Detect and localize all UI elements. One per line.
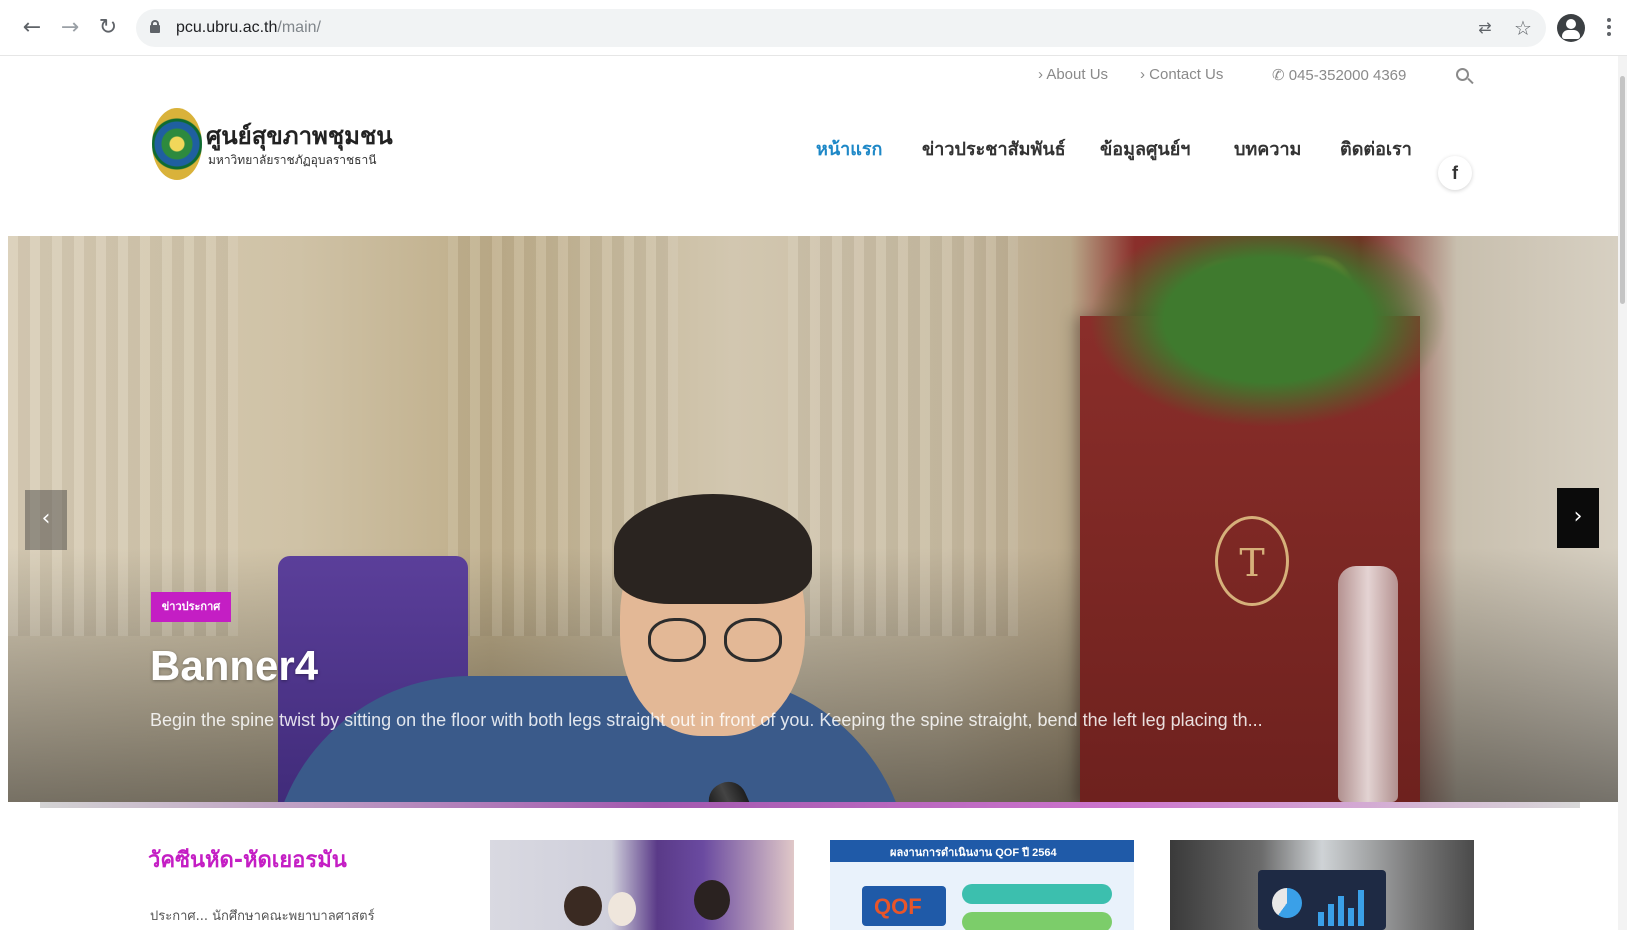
speaker-hair bbox=[614, 494, 812, 604]
news-thumbnail-2[interactable]: ผลงานการดำเนินงาน QOF ปี 2564 QOF bbox=[830, 840, 1134, 930]
address-bar[interactable]: pcu.ubru.ac.th/main/ bbox=[136, 9, 1546, 47]
hero-description: Begin the spine twist by sitting on the … bbox=[150, 710, 1263, 730]
nav-item-contact[interactable]: ติดต่อเรา bbox=[1340, 134, 1412, 163]
facebook-icon[interactable]: f bbox=[1438, 156, 1472, 190]
forward-arrow-icon[interactable]: → bbox=[56, 14, 84, 42]
podium-emblem: T bbox=[1215, 516, 1289, 606]
hero-slider: T ข่าวประกาศ Banner4 Begin the spine twi… bbox=[8, 236, 1618, 802]
news-thumbnail-3[interactable] bbox=[1170, 840, 1474, 930]
curtain-decoration bbox=[8, 236, 238, 636]
flowers-decoration bbox=[1058, 236, 1478, 446]
page-scrollbar[interactable] bbox=[1618, 56, 1627, 930]
site-logo[interactable] bbox=[152, 108, 202, 180]
hero-bottom-accent bbox=[40, 802, 1580, 808]
back-arrow-icon[interactable]: ← bbox=[18, 14, 46, 42]
browser-toolbar: ← → ↻ pcu.ubru.ac.th/main/ ⇄ ☆ bbox=[0, 0, 1627, 56]
slider-prev-button[interactable]: ‹ bbox=[25, 490, 67, 550]
translate-icon[interactable]: ⇄ bbox=[1472, 15, 1498, 41]
lock-icon[interactable] bbox=[150, 20, 160, 33]
scrollbar-thumb[interactable] bbox=[1620, 76, 1625, 304]
nav-item-news[interactable]: ข่าวประชาสัมพันธ์ bbox=[922, 134, 1066, 163]
news-title[interactable]: วัคซีนหัด-หัดเยอรมัน bbox=[148, 842, 347, 877]
reload-icon[interactable]: ↻ bbox=[94, 14, 122, 42]
contact-us-link[interactable]: › Contact Us bbox=[1140, 66, 1223, 83]
kebab-menu-icon[interactable] bbox=[1606, 16, 1612, 40]
hero-category-tag[interactable]: ข่าวประกาศ bbox=[151, 592, 231, 622]
site-title[interactable]: ศูนย์สุขภาพชุมชน bbox=[206, 116, 393, 155]
star-icon[interactable]: ☆ bbox=[1510, 15, 1536, 41]
search-icon[interactable] bbox=[1456, 68, 1474, 86]
news-excerpt: ประกาศ... นักศึกษาคณะพยาบาลศาสตร์ bbox=[150, 909, 375, 924]
laptop-screen bbox=[1258, 870, 1386, 930]
qof-header-text: ผลงานการดำเนินงาน QOF ปี 2564 bbox=[890, 847, 1057, 859]
qof-logo-text: QOF bbox=[874, 894, 922, 919]
curtain-decoration bbox=[788, 236, 1018, 636]
slider-next-button[interactable]: › bbox=[1557, 488, 1599, 548]
nav-item-home[interactable]: หน้าแรก bbox=[816, 134, 882, 163]
about-us-link[interactable]: › About Us bbox=[1038, 66, 1108, 83]
profile-icon[interactable] bbox=[1557, 14, 1585, 42]
url-text[interactable]: pcu.ubru.ac.th/main/ bbox=[176, 19, 321, 37]
speaker-glasses bbox=[648, 618, 788, 662]
hero-title[interactable]: Banner4 bbox=[150, 642, 318, 690]
nav-item-articles[interactable]: บทความ bbox=[1234, 134, 1301, 163]
site-subtitle: มหาวิทยาลัยราชภัฏอุบลราชธานี bbox=[208, 153, 377, 167]
news-thumbnail-1[interactable] bbox=[490, 840, 794, 930]
bottle-decoration bbox=[1338, 566, 1398, 802]
phone-number: ✆ 045-352000 4369 bbox=[1272, 67, 1407, 84]
nav-item-center-info[interactable]: ข้อมูลศูนย์ฯ bbox=[1100, 134, 1190, 163]
